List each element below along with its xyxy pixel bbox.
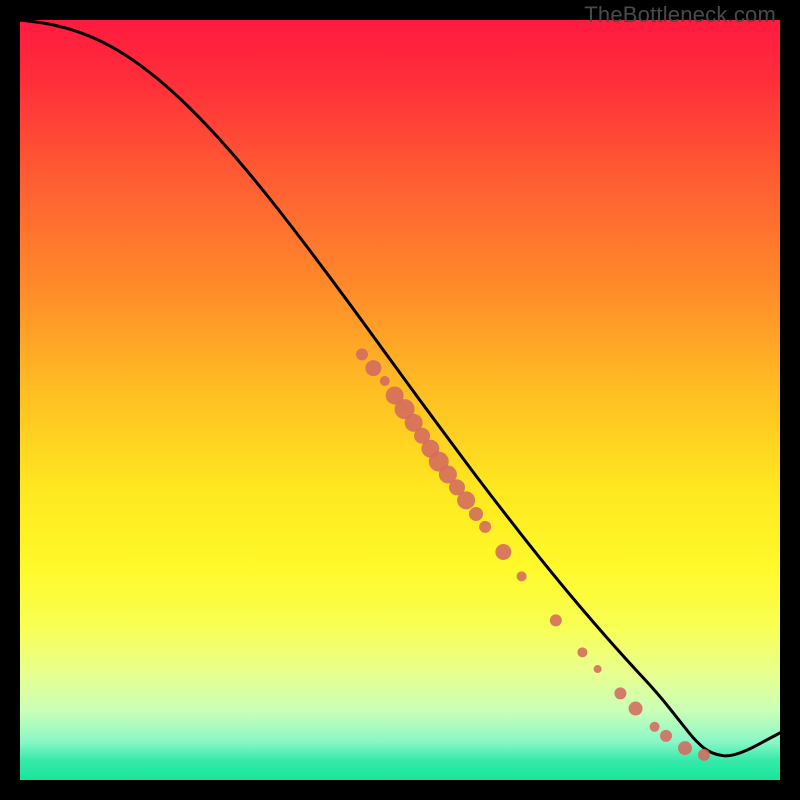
chart-frame: TheBottleneck.com [0, 0, 800, 800]
data-marker [698, 749, 710, 761]
data-marker [469, 507, 483, 521]
markers-group [356, 348, 710, 761]
data-marker [614, 687, 626, 699]
data-marker [479, 521, 491, 533]
data-marker [517, 571, 527, 581]
data-marker [577, 647, 587, 657]
data-marker [457, 491, 475, 509]
data-marker [678, 741, 692, 755]
plot-area [20, 20, 780, 780]
data-marker [650, 722, 660, 732]
data-marker [594, 665, 602, 673]
curve-line [20, 20, 780, 756]
watermark-text: TheBottleneck.com [584, 2, 776, 28]
data-marker [380, 376, 390, 386]
data-marker [365, 360, 381, 376]
data-marker [495, 544, 511, 560]
data-marker [629, 702, 643, 716]
data-marker [356, 348, 368, 360]
data-marker [660, 730, 672, 742]
chart-svg [20, 20, 780, 780]
data-marker [550, 614, 562, 626]
